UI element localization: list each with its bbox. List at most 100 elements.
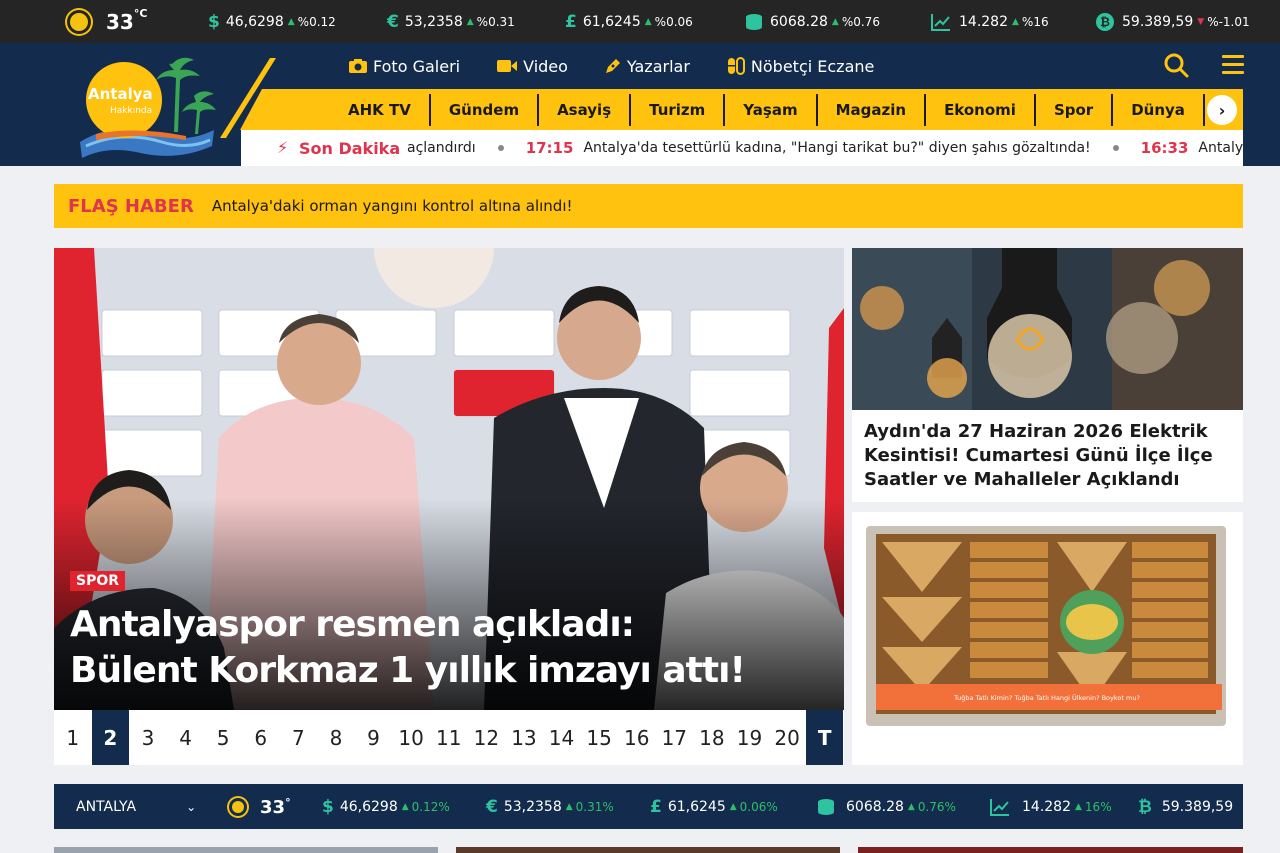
search-icon[interactable] <box>1163 52 1189 78</box>
ticker-bist[interactable]: 14.282 ▲ %16 <box>931 0 1049 43</box>
category-dunya[interactable]: Dünya <box>1111 93 1205 126</box>
pager-item[interactable]: 1 <box>54 710 92 765</box>
ticker-value: 59.389,59 <box>1122 13 1194 30</box>
category-next-button[interactable]: › <box>1207 95 1237 125</box>
pager-item[interactable]: 9 <box>355 710 393 765</box>
top-ticker-bar: 33°C $ 46,6298 ▲ %0.12 € 53,2358 ▲ %0.31… <box>0 0 1280 43</box>
pager-item[interactable]: 13 <box>505 710 543 765</box>
pager-item[interactable]: 7 <box>280 710 318 765</box>
pager-item[interactable]: 19 <box>731 710 769 765</box>
breaking-item[interactable]: açlandırdı <box>407 140 476 156</box>
side-news-headline[interactable]: Aydın'da 27 Haziran 2026 Elektrik Kesint… <box>864 420 1234 492</box>
chart-line-icon <box>931 13 950 31</box>
ticker-value: 46,6298 <box>225 13 284 30</box>
pager-item[interactable]: 11 <box>430 710 468 765</box>
ticker-value: 61,6245 <box>667 798 726 815</box>
flash-headline[interactable]: Antalya'daki orman yangını kontrol altın… <box>212 197 573 215</box>
nav-video[interactable]: Video <box>496 57 568 76</box>
hero-headline[interactable]: Antalyaspor resmen açıkladı: Bülent Kork… <box>70 602 770 694</box>
nav-pharmacy[interactable]: Nöbetçi Eczane <box>726 57 874 76</box>
bottom-ticker-gold[interactable]: 6068.28 ▲ 0.76% <box>816 784 956 829</box>
ticker-btc[interactable]: ₿ 59.389,59 ▼ %-1.01 <box>1096 0 1250 43</box>
ticker-change: %-1.01 <box>1207 14 1250 29</box>
pager-item[interactable]: 3 <box>129 710 167 765</box>
city-select[interactable]: ANTALYA ⌄ <box>76 784 196 829</box>
hero-slider[interactable]: SPOR Antalyaspor resmen açıkladı: Bülent… <box>54 248 844 710</box>
category-spor[interactable]: Spor <box>1033 93 1111 126</box>
pager-item[interactable]: 20 <box>768 710 806 765</box>
euro-icon: € <box>486 796 498 817</box>
category-yasam[interactable]: Yaşam <box>723 93 815 126</box>
chevron-down-icon: ⌄ <box>186 799 197 814</box>
pager-item[interactable]: 14 <box>543 710 581 765</box>
arrow-up-icon: ▲ <box>907 801 915 812</box>
site-logo[interactable]: Antalya Hakkında <box>76 50 218 162</box>
arrow-up-icon: ▲ <box>287 16 295 27</box>
side-news-card[interactable]: Aydın'da 27 Haziran 2026 Elektrik Kesint… <box>852 248 1243 502</box>
pound-icon: £ <box>650 796 662 817</box>
bottom-ticker-gbp[interactable]: £ 61,6245 ▲ 0.06% <box>650 784 778 829</box>
pager-item[interactable]: 12 <box>468 710 506 765</box>
pager-item[interactable]: 6 <box>242 710 280 765</box>
city-select-value: ANTALYA <box>76 798 137 815</box>
breaking-item[interactable]: Antalya'da tesettürlü kadına, "Hangi tar… <box>583 140 1090 156</box>
sun-icon <box>70 12 88 31</box>
ticker-value: 14.282 <box>1022 798 1071 815</box>
product-caption: Tuğba Tatlı Kimin? Tuğba Tatlı Hangi Ülk… <box>953 693 1140 702</box>
ticker-gold[interactable]: 6068.28 ▲ %0.76 <box>744 0 880 43</box>
next-card-strip <box>54 847 438 853</box>
weather-widget: 33°C <box>70 0 147 43</box>
category-asayis[interactable]: Asayiş <box>537 93 629 126</box>
pager-item[interactable]: 4 <box>167 710 205 765</box>
category-ahk-tv[interactable]: AHK TV <box>348 94 429 126</box>
nav-writers[interactable]: Yazarlar <box>604 57 690 76</box>
flash-news-bar[interactable]: FLAŞ HABER Antalya'daki orman yangını ko… <box>54 184 1243 228</box>
arrow-up-icon: ▲ <box>466 16 474 27</box>
market-bar: ANTALYA ⌄ 33° $ 46,6298 ▲ 0.12% € 53,235… <box>54 784 1243 829</box>
nav-photo-gallery[interactable]: Foto Galeri <box>348 57 460 76</box>
bottom-ticker-eur[interactable]: € 53,2358 ▲ 0.31% <box>486 784 614 829</box>
ticker-value: 61,6245 <box>582 13 641 30</box>
arrow-up-icon: ▲ <box>831 16 839 27</box>
ticker-change: %16 <box>1021 14 1049 29</box>
side-news-card-2[interactable]: Tuğba Tatlı Kimin? Tuğba Tatlı Hangi Ülk… <box>852 512 1243 765</box>
ticker-usd[interactable]: $ 46,6298 ▲ %0.12 <box>208 0 336 43</box>
ticker-value: 6068.28 <box>770 13 828 30</box>
pager-item[interactable]: 10 <box>392 710 430 765</box>
category-list: AHK TV Gündem Asayiş Turizm Yaşam Magazi… <box>348 89 1205 130</box>
pager-item-all[interactable]: T <box>805 710 844 765</box>
pager-item[interactable]: 5 <box>204 710 242 765</box>
dollar-icon: $ <box>208 11 220 32</box>
camera-icon <box>349 59 367 73</box>
pager-item-active[interactable]: 2 <box>91 710 130 765</box>
ticker-change: %0.76 <box>841 14 880 29</box>
breaking-ticker: açlandırdı 17:15 Antalya'da tesettürlü k… <box>407 130 1243 166</box>
pager-item[interactable]: 17 <box>656 710 694 765</box>
lightbulb-image <box>852 248 1243 410</box>
pager-item[interactable]: 18 <box>693 710 731 765</box>
pager-item[interactable]: 16 <box>618 710 656 765</box>
nav-photo-gallery-label: Foto Galeri <box>373 56 461 76</box>
pager-item[interactable]: 15 <box>580 710 618 765</box>
bottom-ticker-bist[interactable]: 14.282 ▲ 16% <box>990 784 1112 829</box>
breaking-news-bar: ⚡ Son Dakika açlandırdı 17:15 Antalya'da… <box>241 130 1243 166</box>
bottom-ticker-btc[interactable]: ₿ 59.389,59 <box>1138 784 1233 829</box>
category-ekonomi[interactable]: Ekonomi <box>924 93 1034 126</box>
bottom-ticker-usd[interactable]: $ 46,6298 ▲ 0.12% <box>322 784 450 829</box>
breaking-item[interactable]: Antalya'd <box>1198 140 1243 156</box>
category-magazin[interactable]: Magazin <box>815 93 924 126</box>
category-turizm[interactable]: Turizm <box>629 93 723 126</box>
ticker-gbp[interactable]: £ 61,6245 ▲ %0.06 <box>565 0 693 43</box>
hero-pager: 1 2 3 4 5 6 7 8 9 10 11 12 13 14 15 16 1… <box>54 710 844 765</box>
ticker-change: 0.76% <box>917 799 956 814</box>
bottom-temperature: 33 <box>260 796 286 818</box>
hero-category-tag[interactable]: SPOR <box>70 571 126 591</box>
logo-line2: Hakkında <box>110 106 152 116</box>
ticker-eur[interactable]: € 53,2358 ▲ %0.31 <box>387 0 515 43</box>
arrow-up-icon: ▲ <box>729 801 737 812</box>
category-gundem[interactable]: Gündem <box>428 93 537 126</box>
nav-video-label: Video <box>523 56 568 76</box>
arrow-up-icon: ▲ <box>401 801 409 812</box>
pager-item[interactable]: 8 <box>317 710 355 765</box>
menu-icon[interactable] <box>1222 55 1244 75</box>
